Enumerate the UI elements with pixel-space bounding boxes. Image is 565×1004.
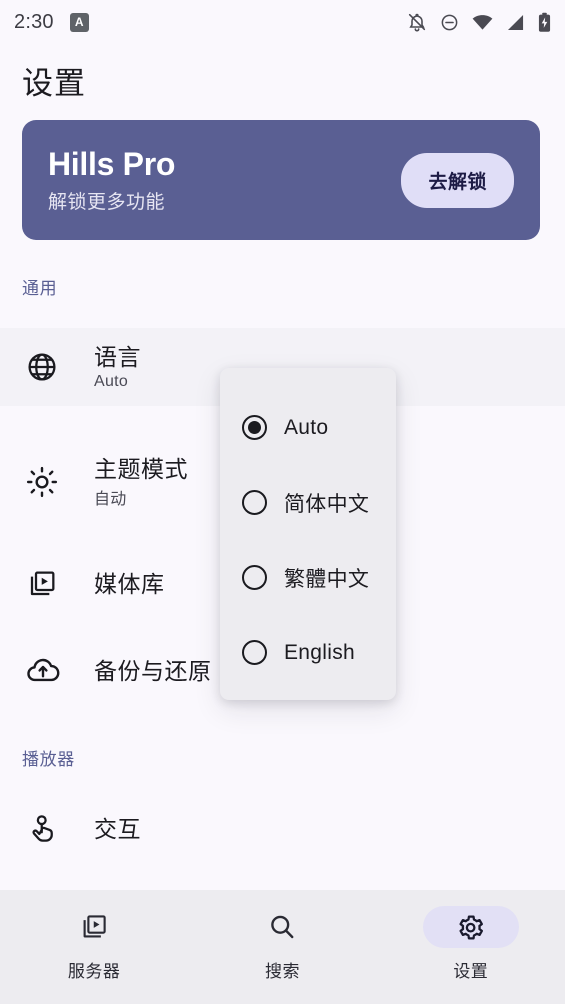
pro-banner-subtitle: 解锁更多功能	[48, 192, 166, 213]
search-icon	[234, 906, 330, 948]
pro-banner[interactable]: Hills Pro 解锁更多功能 去解锁	[22, 120, 540, 240]
radio-unselected-icon[interactable]	[242, 640, 267, 665]
battery-charging-icon	[538, 12, 551, 33]
language-dialog[interactable]: Auto 简体中文 繁體中文 English	[220, 368, 396, 700]
media-library-icon	[26, 568, 68, 600]
settings-row-theme-mode-value: 自动	[94, 491, 127, 509]
pro-banner-title: Hills Pro	[48, 146, 176, 182]
settings-row-interaction-label: 交互	[94, 815, 141, 842]
touch-gesture-icon	[26, 813, 68, 845]
language-option-english-label: English	[284, 640, 355, 664]
gear-icon	[422, 906, 519, 948]
settings-row-backup-restore-text: 备份与还原	[94, 657, 212, 686]
settings-row-theme-mode-text: 主题模式 自动	[94, 455, 188, 510]
radio-unselected-icon[interactable]	[242, 490, 267, 515]
language-option-traditional-chinese[interactable]: 繁體中文	[220, 540, 396, 615]
settings-row-language-label: 语言	[94, 343, 141, 370]
nav-item-server-label: 服务器	[67, 962, 121, 981]
nav-item-search-label: 搜索	[264, 962, 300, 981]
language-option-simplified-chinese[interactable]: 简体中文	[220, 465, 396, 540]
cloud-upload-icon	[26, 654, 68, 688]
status-icons	[407, 12, 551, 33]
settings-row-interaction[interactable]: 交互	[0, 790, 565, 868]
section-header-player: 播放器	[22, 750, 75, 769]
radio-selected-icon[interactable]	[242, 415, 267, 440]
radio-unselected-icon[interactable]	[242, 565, 267, 590]
settings-row-media-library-text: 媒体库	[94, 570, 165, 599]
settings-screen: 2:30 A 设置 Hills Pro 解锁更多功能 去解锁 通用 语言 Aut…	[0, 0, 565, 1004]
settings-row-backup-restore-label: 备份与还原	[94, 657, 212, 684]
language-option-traditional-chinese-label: 繁體中文	[284, 567, 370, 591]
status-bar: 2:30 A	[0, 0, 565, 44]
page-title: 设置	[22, 66, 86, 101]
nav-item-settings[interactable]: 设置	[377, 906, 565, 982]
language-option-auto[interactable]: Auto	[220, 390, 396, 465]
brightness-icon	[26, 466, 68, 498]
unlock-button[interactable]: 去解锁	[401, 152, 514, 208]
settings-row-media-library-label: 媒体库	[94, 570, 165, 597]
cellular-signal-icon	[506, 14, 525, 31]
settings-row-theme-mode-label: 主题模式	[94, 455, 188, 482]
language-option-simplified-chinese-label: 简体中文	[284, 492, 370, 516]
status-app-badge-icon: A	[69, 12, 89, 32]
pro-banner-text: Hills Pro 解锁更多功能	[48, 146, 175, 214]
globe-icon	[26, 351, 68, 383]
wifi-icon	[472, 14, 493, 31]
nav-item-search[interactable]: 搜索	[188, 906, 376, 982]
nav-item-settings-label: 设置	[453, 962, 489, 981]
settings-row-interaction-text: 交互	[94, 815, 141, 844]
language-option-auto-label: Auto	[284, 415, 329, 439]
language-option-english[interactable]: English	[220, 615, 396, 690]
do-not-disturb-icon	[440, 13, 459, 32]
status-time: 2:30	[14, 10, 54, 33]
settings-row-language-text: 语言 Auto	[94, 343, 141, 392]
bottom-navigation: 服务器 搜索 设置	[0, 890, 565, 1004]
notifications-off-icon	[407, 12, 427, 32]
settings-row-language-value: Auto	[94, 373, 129, 391]
media-library-icon	[46, 906, 142, 948]
section-header-general: 通用	[22, 279, 58, 298]
nav-item-server[interactable]: 服务器	[0, 906, 188, 982]
